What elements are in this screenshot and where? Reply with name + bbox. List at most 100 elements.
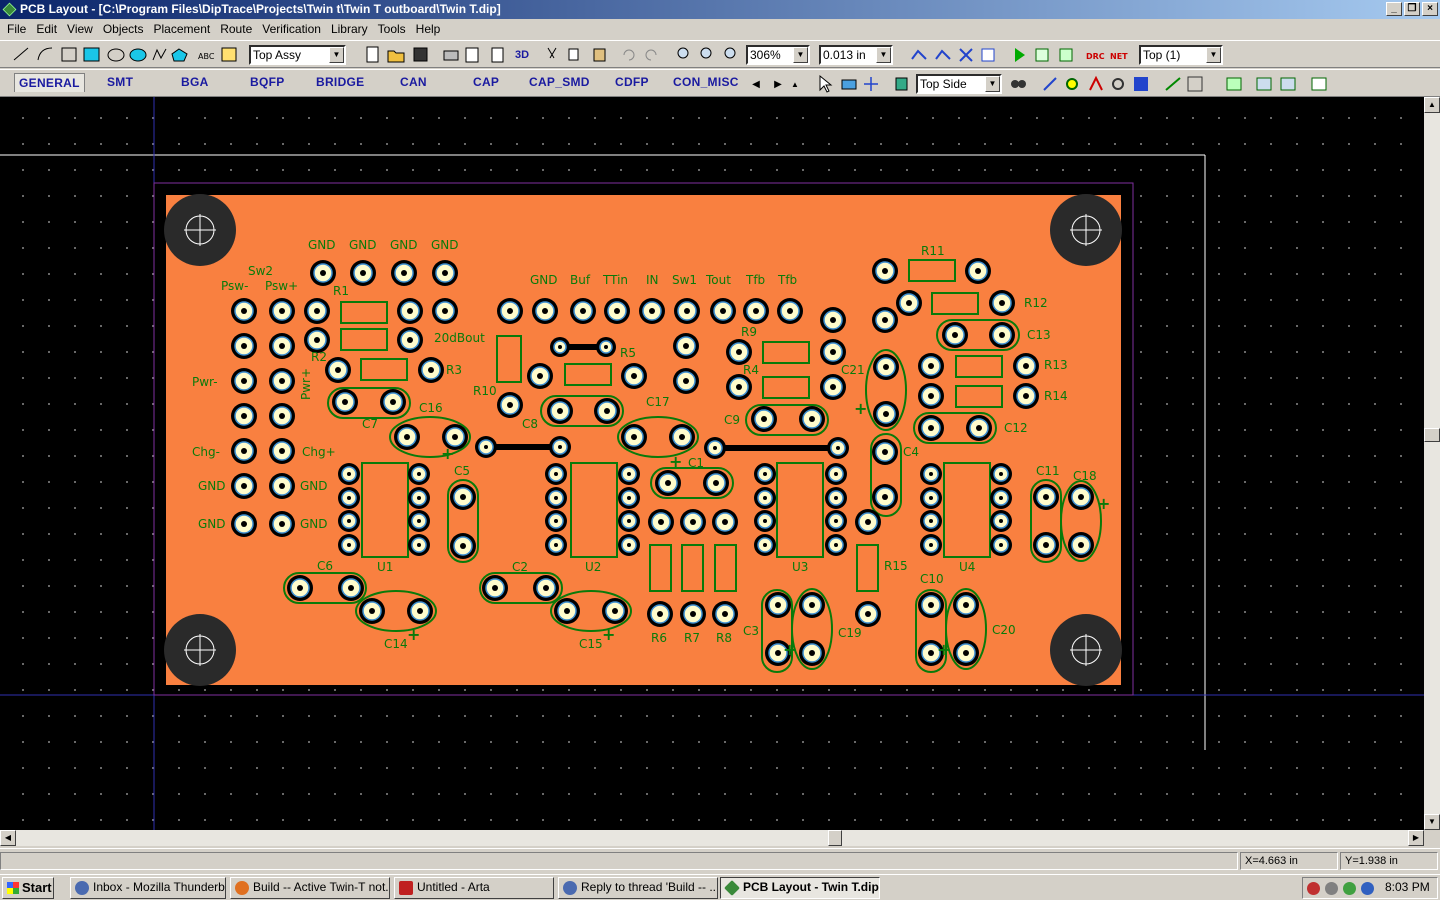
- menu-placement[interactable]: Placement: [149, 19, 216, 39]
- layer-select[interactable]: Top (1) ▼: [1139, 45, 1223, 65]
- library-tab-cdfp[interactable]: CDFP: [615, 75, 649, 89]
- polygon-tool-icon[interactable]: [171, 48, 188, 62]
- menu-library[interactable]: Library: [326, 19, 373, 39]
- tray-icon-4[interactable]: [1361, 882, 1374, 895]
- filled-rectangle-icon[interactable]: [83, 47, 100, 62]
- library-tab-cap[interactable]: CAP: [473, 75, 499, 89]
- task-arta[interactable]: Untitled - Arta: [394, 877, 554, 899]
- minimize-button[interactable]: _: [1386, 2, 1402, 16]
- task-thunderbird[interactable]: Inbox - Mozilla Thunderbird: [70, 877, 226, 899]
- copper-pour-icon[interactable]: [1059, 48, 1073, 62]
- place-pad-icon[interactable]: [864, 77, 878, 91]
- menu-help[interactable]: Help: [411, 19, 446, 39]
- grid-size-select[interactable]: 0.013 in ▼: [819, 45, 893, 65]
- restore-button[interactable]: ❐: [1404, 2, 1420, 16]
- menu-objects[interactable]: Objects: [98, 19, 149, 39]
- vertical-scrollbar[interactable]: ▲ ▼: [1424, 97, 1440, 830]
- mounting-hole-bottom-left[interactable]: [164, 614, 236, 686]
- rectangle-tool-icon[interactable]: [61, 47, 77, 62]
- layer-mode-select[interactable]: Top Assy ▼: [249, 45, 346, 65]
- library-tab-can[interactable]: CAN: [400, 75, 427, 89]
- net-check-icon[interactable]: NET: [1110, 52, 1128, 61]
- library-tab-bga[interactable]: BGA: [181, 75, 209, 89]
- menu-edit[interactable]: Edit: [31, 19, 62, 39]
- library-menu-arrow[interactable]: ▲: [789, 74, 801, 94]
- menu-file[interactable]: File: [2, 19, 31, 39]
- route-icon[interactable]: [911, 49, 927, 60]
- line-tool-icon[interactable]: [13, 47, 29, 61]
- net-icon[interactable]: [1256, 77, 1272, 91]
- menu-tools[interactable]: Tools: [373, 19, 411, 39]
- menu-route[interactable]: Route: [215, 19, 257, 39]
- class-icon[interactable]: [1280, 77, 1296, 91]
- scroll-down-button[interactable]: ▼: [1424, 814, 1440, 830]
- via-icon[interactable]: [1066, 78, 1078, 90]
- pcb-canvas[interactable]: GND GND GND GND Sw2 Psw- Psw+ Pwr- Pwr+ …: [0, 97, 1424, 830]
- router-setup-icon[interactable]: [1035, 48, 1049, 62]
- mounting-hole-bottom-right[interactable]: [1050, 614, 1122, 686]
- image-tool-icon[interactable]: [221, 47, 237, 62]
- library-tab-con-misc[interactable]: CON_MISC: [673, 75, 739, 89]
- menu-view[interactable]: View: [62, 19, 98, 39]
- task-firefox-build[interactable]: Build -- Active Twin-T not...: [230, 877, 390, 899]
- measure-icon[interactable]: [1165, 77, 1181, 91]
- filled-ellipse-icon[interactable]: [129, 48, 147, 62]
- text-layer-icon[interactable]: [1089, 75, 1103, 91]
- horizontal-scrollbar[interactable]: ◀ ▶: [0, 830, 1424, 846]
- layer-setup-icon[interactable]: [1226, 77, 1242, 91]
- place-component-icon[interactable]: [841, 79, 857, 90]
- library-tab-cap-smd[interactable]: CAP_SMD: [529, 75, 590, 89]
- mounting-hole-top-left[interactable]: [164, 194, 236, 266]
- 3d-preview-button[interactable]: 3D: [512, 45, 532, 65]
- zoom-in-icon[interactable]: [677, 47, 689, 59]
- ratsnest-icon[interactable]: [981, 48, 995, 62]
- vertical-scroll-thumb[interactable]: [1424, 428, 1440, 442]
- drc-icon[interactable]: DRC: [1086, 52, 1105, 61]
- scroll-left-button[interactable]: ◀: [0, 830, 16, 846]
- library-tab-bridge[interactable]: BRIDGE: [316, 75, 364, 89]
- start-button[interactable]: Start: [2, 877, 54, 899]
- polyline-tool-icon[interactable]: [152, 48, 167, 61]
- unroute-icon[interactable]: [959, 48, 973, 62]
- cut-icon[interactable]: [547, 47, 557, 59]
- print-icon[interactable]: [443, 50, 459, 61]
- zoom-fit-icon[interactable]: [724, 47, 736, 59]
- horizontal-scroll-thumb[interactable]: [828, 830, 842, 846]
- select-pointer-icon[interactable]: [819, 74, 833, 93]
- properties-icon[interactable]: [1311, 77, 1327, 91]
- report-icon[interactable]: [491, 47, 504, 63]
- run-autorouter-icon[interactable]: [1015, 48, 1025, 62]
- side-select[interactable]: Top Side ▼: [916, 74, 1002, 94]
- print-preview-icon[interactable]: [465, 47, 479, 63]
- copper-layer-icon[interactable]: [1134, 77, 1148, 91]
- arc-tool-icon[interactable]: [37, 47, 53, 61]
- paste-icon[interactable]: [593, 48, 606, 62]
- library-tab-bqfp[interactable]: BQFP: [250, 75, 285, 89]
- library-scroll-right[interactable]: ▶: [768, 74, 788, 94]
- component-icon[interactable]: [895, 77, 908, 91]
- mounting-hole-top-right[interactable]: [1050, 194, 1122, 266]
- tray-icon-2[interactable]: [1325, 882, 1338, 895]
- library-tab-general[interactable]: GENERAL: [14, 73, 85, 92]
- menu-verification[interactable]: Verification: [257, 19, 326, 39]
- task-pcb-layout[interactable]: PCB Layout - Twin T.dip: [720, 877, 880, 899]
- copy-icon[interactable]: [568, 48, 579, 61]
- find-binoculars-icon[interactable]: [1011, 80, 1019, 88]
- close-button[interactable]: ×: [1422, 2, 1438, 16]
- new-file-icon[interactable]: [366, 46, 379, 63]
- save-icon[interactable]: [413, 47, 428, 62]
- library-scroll-left[interactable]: ◀: [746, 74, 766, 94]
- undo-icon[interactable]: [623, 49, 635, 61]
- redo-icon[interactable]: [645, 49, 657, 61]
- tray-icon-3[interactable]: [1343, 882, 1356, 895]
- text-tool-icon[interactable]: ABC: [198, 52, 215, 61]
- zoom-select[interactable]: 306% ▼: [746, 45, 810, 65]
- task-reply-thread[interactable]: Reply to thread 'Build -- ...: [558, 877, 718, 899]
- ellipse-tool-icon[interactable]: [107, 48, 125, 62]
- autoroute-icon[interactable]: [935, 49, 951, 60]
- hole-icon[interactable]: [1112, 78, 1124, 90]
- library-tab-smt[interactable]: SMT: [107, 75, 133, 89]
- scroll-up-button[interactable]: ▲: [1424, 97, 1440, 113]
- zoom-out-icon[interactable]: [700, 47, 712, 59]
- tray-icon-1[interactable]: [1307, 882, 1320, 895]
